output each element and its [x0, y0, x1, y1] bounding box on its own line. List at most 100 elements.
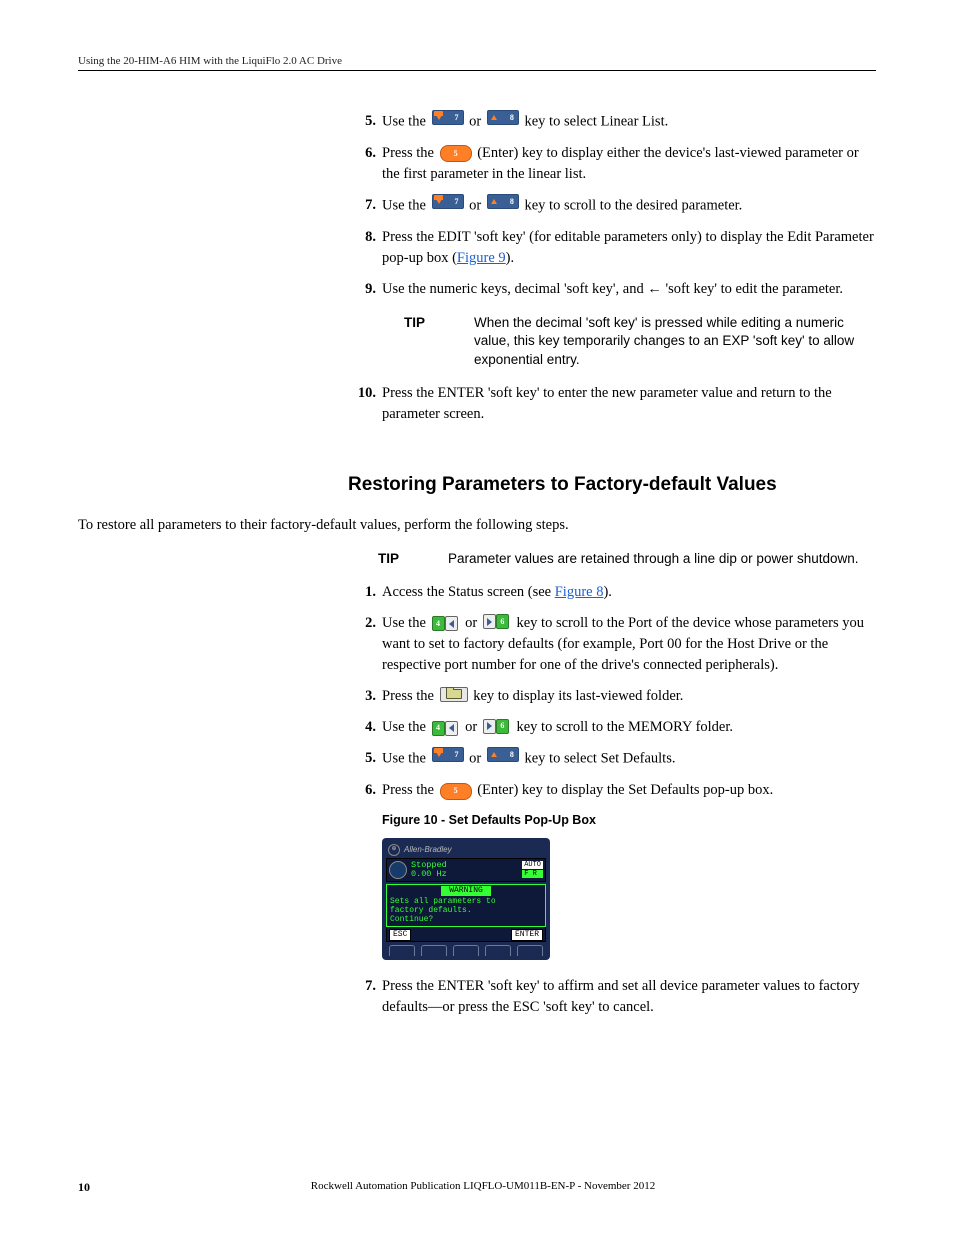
step-text: Use the 4 or 6 key to scroll to the MEMO…	[382, 717, 876, 738]
him-tab	[485, 945, 511, 956]
tip-box-1: TIP When the decimal 'soft key' is press…	[404, 314, 876, 369]
brand-text: Allen-Bradley	[404, 844, 452, 856]
step-text: Press the key to display its last-viewed…	[382, 686, 876, 707]
step-text: Use the 4 or 6 key to scroll to the Port…	[382, 613, 876, 676]
step-number: 3.	[348, 686, 382, 707]
step-b7: 7. Press the ENTER 'soft key' to affirm …	[348, 976, 876, 1018]
text: Access the Status screen (see	[382, 584, 555, 600]
step-number: 8.	[348, 227, 382, 269]
him-warning-box: WARNING Sets all parameters to factory d…	[386, 884, 546, 927]
step-text: Use the 7 or 8 key to scroll to the desi…	[382, 195, 876, 217]
status-text: Stopped 0.00 Hz	[411, 861, 522, 880]
section-intro: To restore all parameters to their facto…	[78, 515, 876, 536]
step-b3: 3. Press the key to display its last-vie…	[348, 686, 876, 707]
warning-title: WARNING	[441, 886, 491, 896]
page-header: Using the 20-HIM-A6 HIM with the LiquiFl…	[78, 55, 876, 71]
text: Use the	[382, 198, 430, 214]
key-right-icon: 6	[483, 716, 511, 737]
publication-info: Rockwell Automation Publication LIQFLO-U…	[90, 1180, 876, 1195]
him-tab-row	[386, 942, 546, 956]
key-up-icon: 8	[487, 194, 519, 216]
key-num: 8	[510, 112, 514, 124]
tip-label: TIP	[378, 550, 448, 568]
him-screen-mockup: ⊕ Allen-Bradley Stopped 0.00 Hz AUTO F R…	[382, 838, 550, 960]
key-folder-icon	[440, 685, 468, 706]
key-num: 8	[510, 196, 514, 208]
key-down-icon: 7	[432, 110, 464, 132]
step-b2: 2. Use the 4 or 6 key to scroll to the P…	[348, 613, 876, 676]
softkey-enter: ENTER	[511, 929, 543, 941]
tip-text: When the decimal 'soft key' is pressed w…	[474, 314, 876, 369]
step-number: 7.	[348, 195, 382, 217]
section-heading: Restoring Parameters to Factory-default …	[348, 471, 876, 499]
step-a10: 10. Press the ENTER 'soft key' to enter …	[348, 383, 876, 425]
text: Use the	[382, 751, 430, 767]
text: Use the	[382, 719, 430, 735]
text: key to scroll to the desired parameter.	[524, 198, 742, 214]
him-status-bar: Stopped 0.00 Hz AUTO F R	[386, 858, 546, 883]
key-num: 4	[432, 616, 445, 631]
text: Press the	[382, 782, 438, 798]
figure-10-caption: Figure 10 - Set Defaults Pop-Up Box	[382, 811, 876, 829]
steps-b-content: TIP Parameter values are retained throug…	[348, 550, 876, 1019]
step-text: Press the ENTER 'soft key' to affirm and…	[382, 976, 876, 1018]
him-brand-row: ⊕ Allen-Bradley	[386, 842, 546, 858]
key-down-icon: 7	[432, 194, 464, 216]
step-number: 9.	[348, 279, 382, 300]
figure-8-link[interactable]: Figure 8	[555, 584, 604, 600]
him-tab	[421, 945, 447, 956]
text: or	[469, 751, 485, 767]
step-b4: 4. Use the 4 or 6 key to scroll to the M…	[348, 717, 876, 738]
step-b5: 5. Use the 7 or 8 key to select Set Defa…	[348, 748, 876, 770]
step-number: 5.	[348, 111, 382, 133]
step-number: 2.	[348, 613, 382, 676]
step-number: 6.	[348, 780, 382, 801]
key-num: 7	[455, 112, 459, 124]
key-up-icon: 8	[487, 747, 519, 769]
step-text: Access the Status screen (see Figure 8).	[382, 582, 876, 603]
figure-9-link[interactable]: Figure 9	[457, 250, 506, 266]
text: or	[465, 615, 481, 631]
text: Press the	[382, 688, 438, 704]
text: or	[469, 198, 485, 214]
text: Use the	[382, 113, 430, 129]
text: key to scroll to the MEMORY folder.	[516, 719, 733, 735]
step-text: Press the ENTER 'soft key' to enter the …	[382, 383, 876, 425]
tip-label: TIP	[404, 314, 474, 369]
him-softkey-row: ESC ENTER	[386, 927, 546, 942]
tip-box-2: TIP Parameter values are retained throug…	[378, 550, 876, 568]
key-num: 8	[510, 749, 514, 761]
key-enter-icon: 5	[440, 779, 472, 800]
key-left-icon: 4	[432, 612, 460, 633]
tip-text: Parameter values are retained through a …	[448, 550, 876, 568]
badge-auto: AUTO	[522, 861, 543, 869]
key-num: 6	[496, 614, 509, 629]
step-number: 5.	[348, 748, 382, 770]
status-line2: 0.00 Hz	[411, 870, 522, 879]
step-text: Press the EDIT 'soft key' (for editable …	[382, 227, 876, 269]
softkey-esc: ESC	[389, 929, 411, 941]
text: key to display its last-viewed folder.	[473, 688, 683, 704]
key-num: 5	[440, 145, 472, 162]
him-tab	[453, 945, 479, 956]
text: or	[465, 719, 481, 735]
step-text: Press the 5 (Enter) key to display eithe…	[382, 143, 876, 185]
page-footer: 10 Rockwell Automation Publication LIQFL…	[78, 1180, 876, 1195]
key-enter-icon: 5	[440, 142, 472, 163]
key-left-icon: 4	[432, 716, 460, 737]
badge-fr: F R	[522, 870, 543, 878]
main-content: 5. Use the 7 or 8 key to select Linear L…	[348, 111, 876, 425]
him-tab	[517, 945, 543, 956]
step-number: 7.	[348, 976, 382, 1018]
key-num: 5	[440, 783, 472, 800]
ab-logo-icon: ⊕	[388, 844, 400, 856]
him-tab	[389, 945, 415, 956]
step-number: 6.	[348, 143, 382, 185]
key-down-icon: 7	[432, 747, 464, 769]
step-number: 1.	[348, 582, 382, 603]
text: or	[469, 113, 485, 129]
step-text: Use the 7 or 8 key to select Set Default…	[382, 748, 876, 770]
text: (Enter) key to display the Set Defaults …	[477, 782, 773, 798]
step-number: 4.	[348, 717, 382, 738]
step-a9: 9. Use the numeric keys, decimal 'soft k…	[348, 279, 876, 300]
